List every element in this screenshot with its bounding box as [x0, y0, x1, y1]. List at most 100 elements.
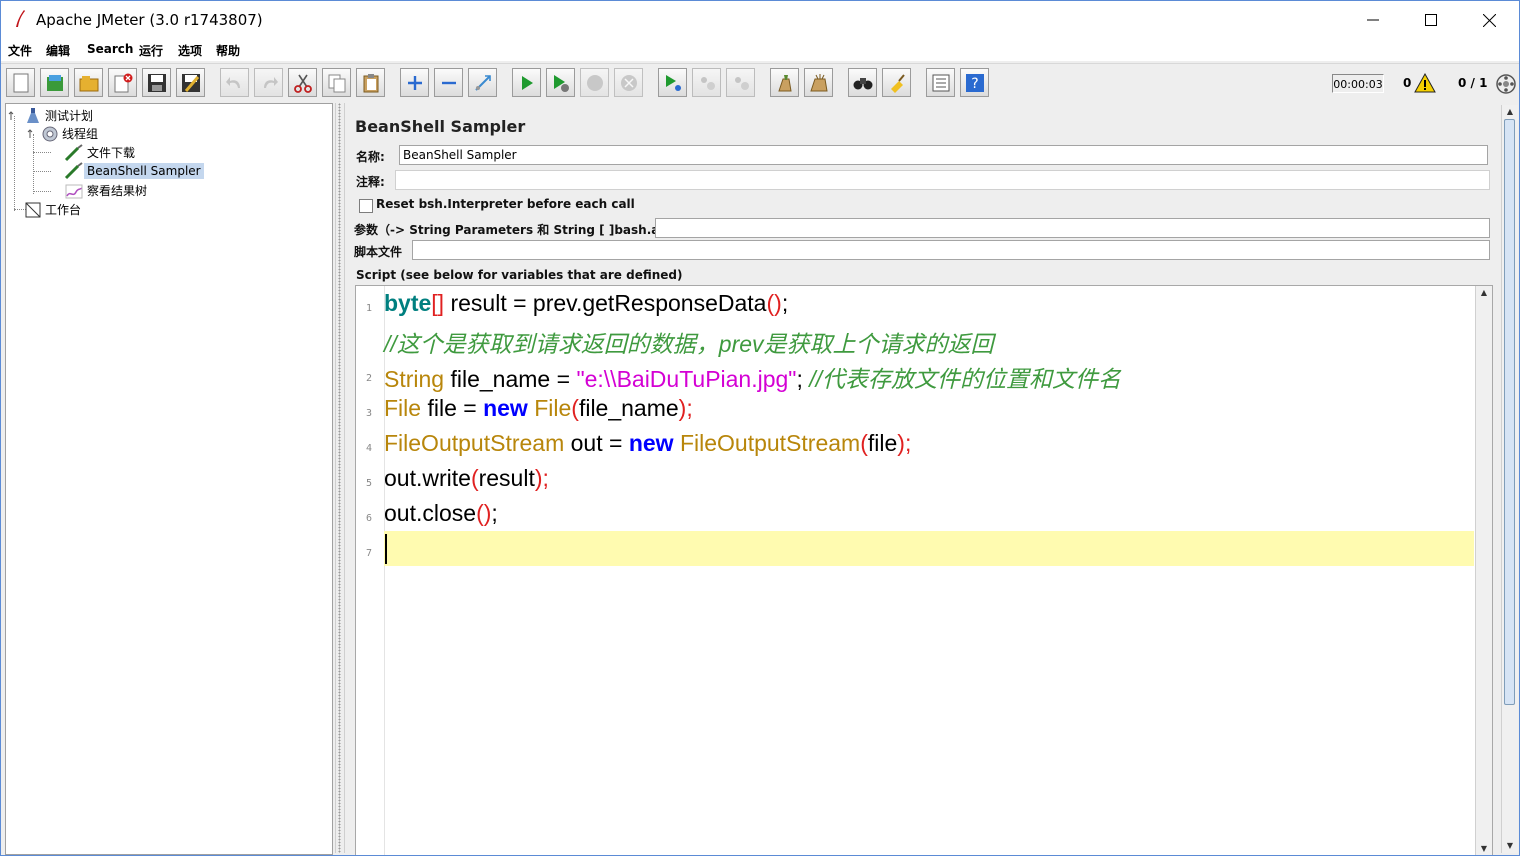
tree-node-test-plan[interactable]: 测试计划 — [8, 106, 96, 125]
reset-interpreter-label: Reset bsh.Interpreter before each call — [376, 197, 635, 211]
code-token: //代表存放文件的位置和文件名 — [809, 366, 1122, 392]
scroll-down-arrow-icon[interactable]: ▼ — [1502, 839, 1518, 853]
tree-expand-handle-icon[interactable] — [8, 110, 20, 122]
scrollbar-thumb[interactable] — [1504, 119, 1515, 705]
parameters-label: 参数（-> String Parameters 和 String [ ]bash… — [354, 223, 694, 237]
code-line-6: out.close(); — [384, 500, 498, 527]
code-token: file — [867, 430, 898, 456]
tree-node-thread-group[interactable]: 线程组 — [27, 124, 101, 143]
menu-file[interactable]: 文件 — [8, 42, 32, 59]
tree-node-file-download[interactable]: 文件下载 — [64, 143, 138, 162]
split-pane-divider[interactable] — [335, 103, 345, 853]
save-as-icon — [181, 73, 200, 92]
toggle-icon — [474, 74, 491, 91]
templates-icon — [46, 74, 63, 91]
toggle-button[interactable] — [468, 68, 497, 97]
reset-search-button[interactable] — [882, 68, 911, 97]
line-number: 3 — [365, 408, 372, 419]
tree-node-beanshell-sampler[interactable]: BeanShell Sampler — [64, 162, 204, 180]
tree-node-label: 测试计划 — [45, 109, 94, 123]
stop-button[interactable] — [580, 68, 609, 97]
script-file-field[interactable] — [412, 240, 1490, 260]
menu-edit[interactable]: 编辑 — [46, 42, 70, 59]
menu-run[interactable]: 运行 — [139, 42, 163, 59]
sampler-icon — [64, 162, 83, 180]
reset-search-icon — [890, 73, 905, 93]
expand-all-button[interactable] — [400, 68, 429, 97]
redo-icon — [263, 76, 278, 88]
search-icon — [853, 77, 872, 89]
shutdown-button[interactable] — [614, 68, 643, 97]
redo-button[interactable] — [254, 68, 283, 97]
tree-node-view-results-tree[interactable]: 察看结果树 — [64, 181, 150, 200]
code-token: ( — [470, 465, 479, 491]
remote-stop-all-button[interactable] — [692, 68, 721, 97]
search-button[interactable] — [848, 68, 877, 97]
collapse-all-button[interactable] — [434, 68, 463, 97]
toolbar: ? 00:00:03 0 0 / 1 — [1, 63, 1519, 102]
name-label: 名称: — [356, 150, 385, 164]
menu-help[interactable]: 帮助 — [216, 42, 240, 59]
minimize-button[interactable] — [1344, 1, 1402, 39]
cut-button[interactable] — [288, 68, 317, 97]
code-token: () — [766, 290, 782, 316]
new-button[interactable] — [6, 68, 35, 97]
function-helper-button[interactable] — [926, 68, 955, 97]
scroll-down-arrow-icon[interactable]: ▼ — [1476, 842, 1492, 855]
code-token: ); — [897, 430, 912, 456]
code-line-2: String file_name = "e:\\BaiDuTuPian.jpg"… — [384, 360, 1121, 394]
workbench-icon — [25, 202, 41, 217]
scroll-up-arrow-icon[interactable]: ▲ — [1502, 105, 1518, 119]
paste-button[interactable] — [356, 68, 385, 97]
code-token: result — [478, 465, 535, 491]
reset-interpreter-checkbox[interactable] — [359, 199, 373, 213]
save-as-button[interactable] — [176, 68, 205, 97]
save-button[interactable] — [142, 68, 171, 97]
code-line-3: File file = new File(file_name); — [384, 395, 693, 422]
close-file-icon — [114, 73, 132, 92]
menu-bar: 文件 编辑 Search 运行 选项 帮助 — [1, 39, 1519, 61]
copy-button[interactable] — [322, 68, 351, 97]
code-token: File — [384, 395, 422, 421]
menu-options[interactable]: 选项 — [178, 42, 202, 59]
comment-field[interactable] — [395, 170, 1490, 190]
function-helper-icon — [932, 74, 949, 91]
menu-search[interactable]: Search — [87, 42, 133, 56]
close-file-button[interactable] — [108, 68, 137, 97]
close-window-button[interactable] — [1460, 1, 1518, 39]
clear-all-button[interactable] — [804, 68, 833, 97]
script-editor[interactable]: 1 2 3 4 5 6 7 byte[] result = prev.getRe… — [355, 285, 1493, 855]
clear-button[interactable] — [770, 68, 799, 97]
line-number: 6 — [365, 513, 372, 524]
maximize-button[interactable] — [1402, 1, 1460, 39]
start-no-pauses-button[interactable] — [546, 68, 575, 97]
help-button[interactable]: ? — [960, 68, 989, 97]
code-token: ); — [534, 465, 549, 491]
code-token: out = — [564, 430, 629, 456]
remote-status-icon — [1496, 74, 1516, 94]
start-button[interactable] — [512, 68, 541, 97]
undo-button[interactable] — [220, 68, 249, 97]
code-token: FileOutputStream — [384, 430, 565, 456]
code-token: () — [476, 500, 492, 526]
tree-expand-handle-icon[interactable] — [27, 128, 39, 140]
test-plan-tree: 测试计划 线程组 文件下载 BeanShell Sampler 察看结果树 工作… — [5, 103, 333, 855]
save-icon — [147, 73, 166, 92]
code-token: "e:\\BaiDuTuPian.jpg" — [576, 366, 797, 392]
templates-button[interactable] — [40, 68, 69, 97]
warning-icon[interactable] — [1414, 73, 1436, 93]
name-field[interactable]: BeanShell Sampler — [399, 145, 1488, 165]
panel-title: BeanShell Sampler — [355, 117, 526, 136]
tree-node-workbench[interactable]: 工作台 — [24, 200, 84, 219]
code-token: String — [384, 366, 445, 392]
parameters-field[interactable] — [655, 218, 1490, 238]
editor-scrollbar[interactable]: ▲ ▼ — [1475, 286, 1492, 855]
panel-scrollbar[interactable]: ▲ ▼ — [1501, 105, 1518, 853]
minimize-icon — [1367, 19, 1379, 21]
scroll-up-arrow-icon[interactable]: ▲ — [1476, 286, 1492, 300]
help-icon: ? — [965, 73, 984, 92]
open-button[interactable] — [74, 68, 103, 97]
code-line-1: byte[] result = prev.getResponseData(); — [384, 290, 788, 317]
remote-start-all-button[interactable] — [658, 68, 687, 97]
remote-shutdown-all-button[interactable] — [726, 68, 755, 97]
